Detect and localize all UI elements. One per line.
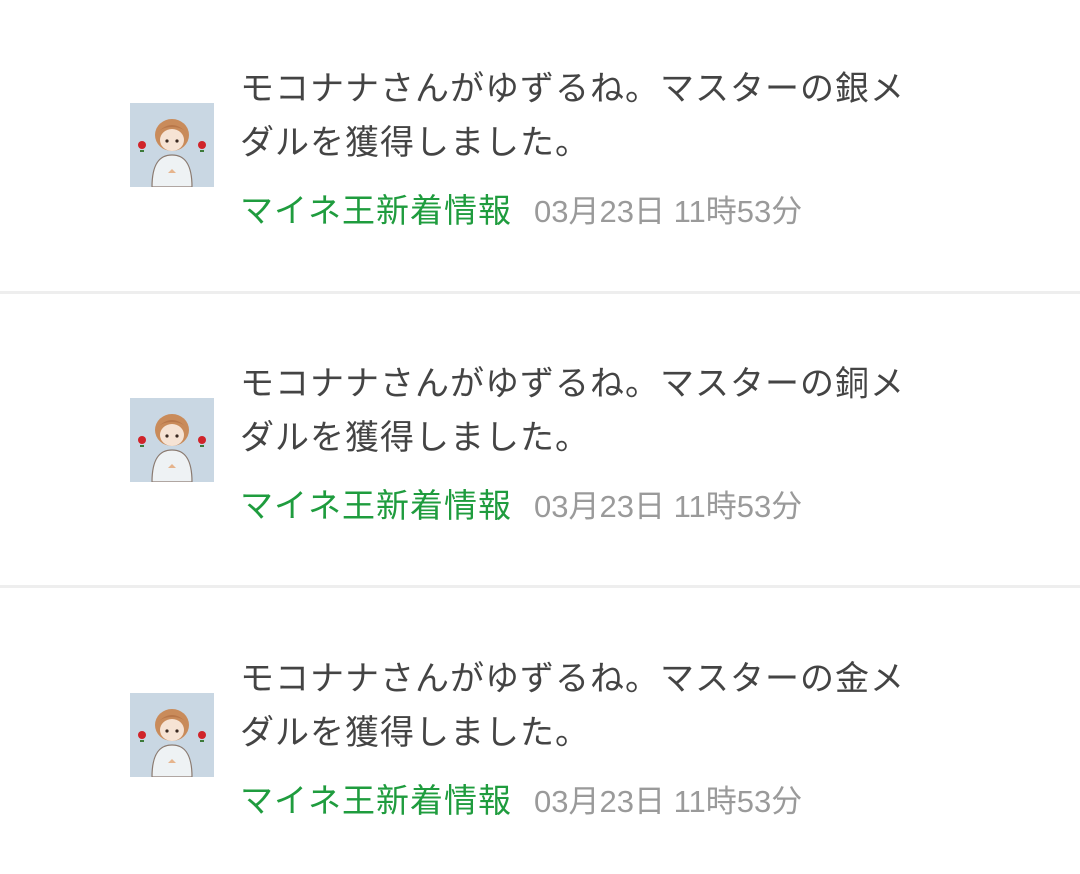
- notification-item[interactable]: モコナナさんがゆずるね。マスターの金メ ダルを獲得しました。 マイネ王新着情報 …: [0, 590, 1080, 874]
- user-avatar-icon[interactable]: [130, 103, 214, 187]
- source-link[interactable]: マイネ王新着情報: [240, 479, 512, 527]
- notification-meta: マイネ王新着情報 03月23日 11時53分: [240, 776, 802, 820]
- notification-feed: モコナナさんがゆずるね。マスターの銀メ ダルを獲得しました。 マイネ王新着情報 …: [0, 0, 1080, 874]
- notification-item[interactable]: モコナナさんがゆずるね。マスターの銀メ ダルを獲得しました。 マイネ王新着情報 …: [0, 0, 1080, 292]
- source-link[interactable]: マイネ王新着情報: [240, 774, 512, 822]
- source-link[interactable]: マイネ王新着情報: [240, 184, 512, 232]
- notification-message: モコナナさんがゆずるね。マスターの銀メ ダルを獲得しました。: [240, 69, 905, 163]
- notification-message: モコナナさんがゆずるね。マスターの金メ ダルを獲得しました。: [240, 659, 905, 753]
- notification-meta: マイネ王新着情報 03月23日 11時53分: [240, 481, 802, 525]
- timestamp: 03月23日 11時53分: [534, 193, 803, 229]
- notification-item[interactable]: モコナナさんがゆずるね。マスターの銅メ ダルを獲得しました。 マイネ王新着情報 …: [0, 295, 1080, 587]
- divider: [0, 291, 1080, 294]
- timestamp: 03月23日 11時53分: [534, 488, 803, 524]
- timestamp: 03月23日 11時53分: [534, 783, 803, 819]
- notification-meta: マイネ王新着情報 03月23日 11時53分: [240, 186, 802, 230]
- divider: [0, 585, 1080, 588]
- user-avatar-icon[interactable]: [130, 693, 214, 777]
- user-avatar-icon[interactable]: [130, 398, 214, 482]
- notification-message: モコナナさんがゆずるね。マスターの銅メ ダルを獲得しました。: [240, 364, 905, 458]
